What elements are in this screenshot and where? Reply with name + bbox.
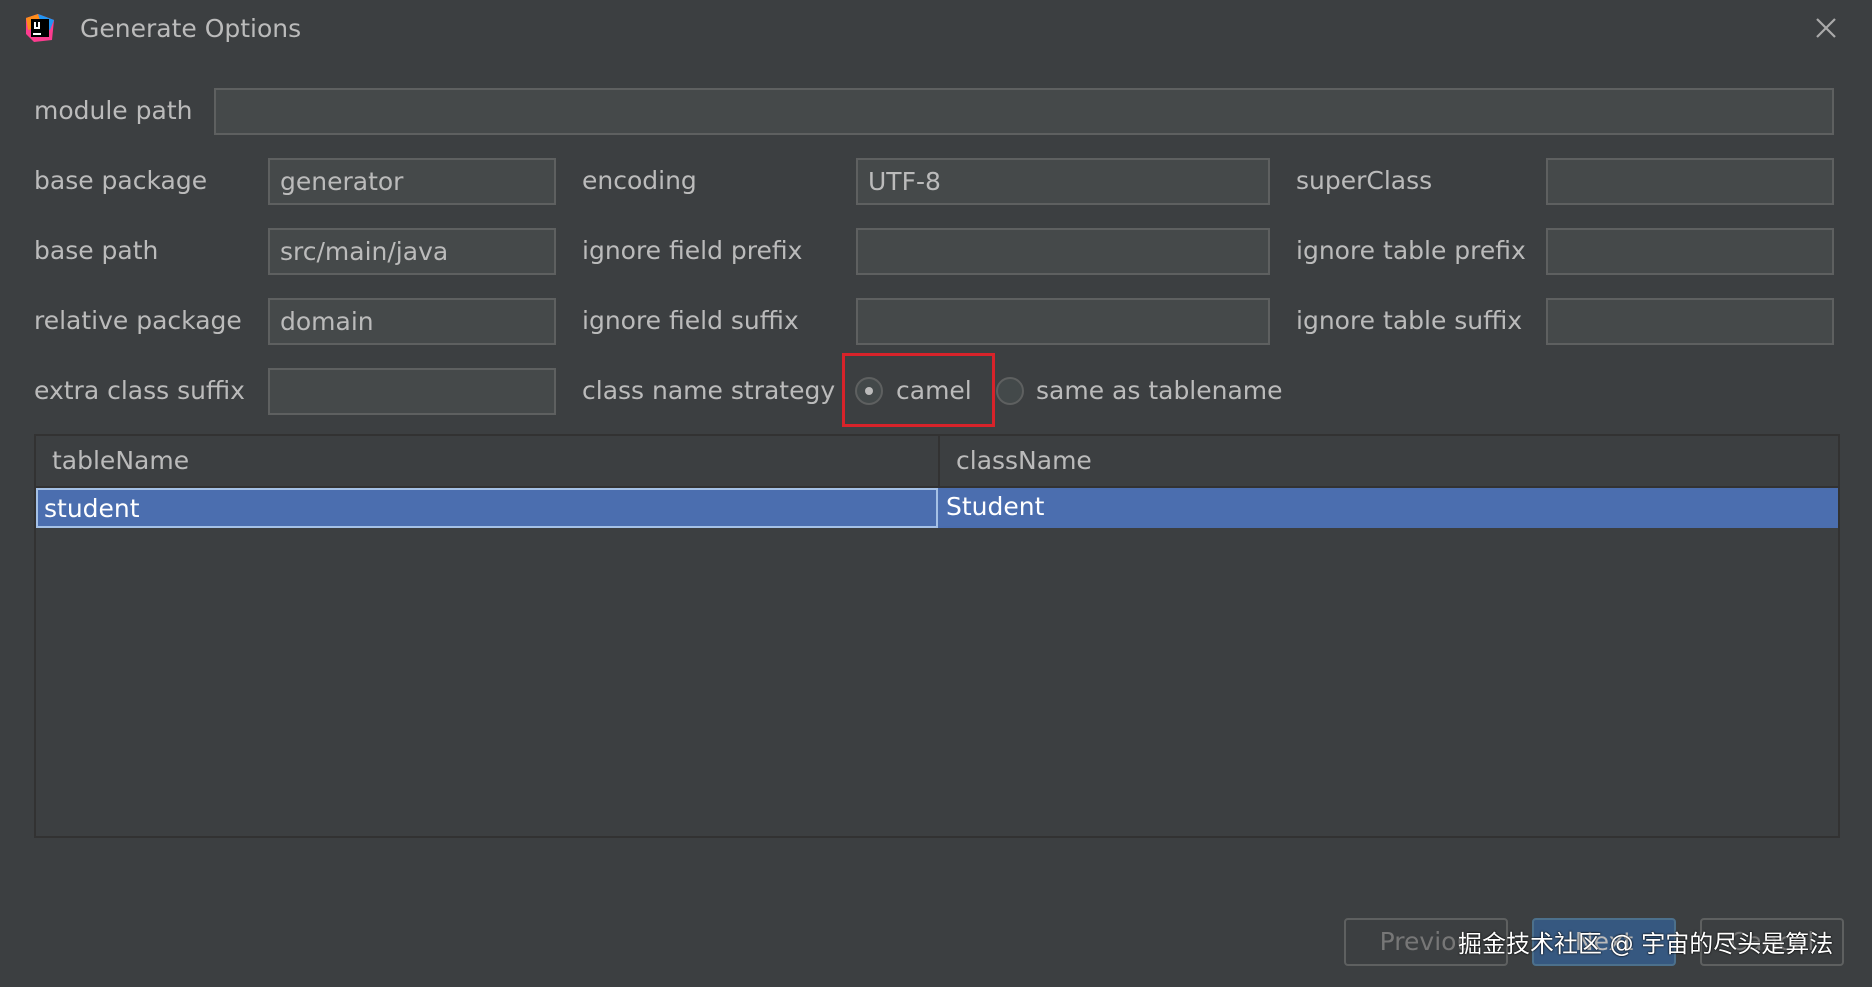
ignore-table-prefix-label: ignore table prefix <box>1296 236 1526 265</box>
ignore-table-suffix-input[interactable] <box>1546 298 1834 345</box>
base-package-label: base package <box>34 166 208 195</box>
ignore-table-suffix-label: ignore table suffix <box>1296 306 1523 335</box>
same-as-tablename-radio[interactable] <box>996 377 1024 405</box>
intellij-app-icon <box>26 14 54 42</box>
watermark-text: 掘金技术社区 @ 宇宙的尽头是算法 <box>1458 930 1834 958</box>
table-mapping-table[interactable]: tableName className student Student <box>34 434 1840 838</box>
base-path-label: base path <box>34 236 159 265</box>
relative-package-input[interactable]: domain <box>268 298 556 345</box>
encoding-input[interactable]: UTF-8 <box>856 158 1270 205</box>
dialog-title: Generate Options <box>80 14 302 43</box>
cell-tablename[interactable]: student <box>36 488 938 528</box>
extra-class-suffix-label: extra class suffix <box>34 376 245 405</box>
ignore-field-prefix-input[interactable] <box>856 228 1270 275</box>
class-name-strategy-label: class name strategy <box>582 376 836 405</box>
camel-radio[interactable] <box>855 377 883 405</box>
close-icon[interactable] <box>1812 14 1840 42</box>
camel-radio-label[interactable]: camel <box>896 374 972 408</box>
column-header-tablename[interactable]: tableName <box>36 436 940 486</box>
superclass-label: superClass <box>1296 166 1433 195</box>
table-row[interactable]: student Student <box>36 488 1838 528</box>
cell-classname[interactable]: Student <box>940 488 1838 528</box>
encoding-label: encoding <box>582 166 697 195</box>
superclass-input[interactable] <box>1546 158 1834 205</box>
column-header-classname[interactable]: className <box>940 436 1838 486</box>
extra-class-suffix-input[interactable] <box>268 368 556 415</box>
ignore-field-suffix-label: ignore field suffix <box>582 306 799 335</box>
ignore-field-suffix-input[interactable] <box>856 298 1270 345</box>
ignore-field-prefix-label: ignore field prefix <box>582 236 803 265</box>
module-path-label: module path <box>34 96 193 125</box>
module-path-input[interactable] <box>214 88 1834 135</box>
same-as-tablename-radio-label[interactable]: same as tablename <box>1036 374 1283 408</box>
table-header: tableName className <box>36 436 1838 488</box>
ignore-table-prefix-input[interactable] <box>1546 228 1834 275</box>
base-package-input[interactable]: generator <box>268 158 556 205</box>
generate-options-dialog: Generate Options module path base packag… <box>0 0 1872 987</box>
relative-package-label: relative package <box>34 306 242 335</box>
base-path-input[interactable]: src/main/java <box>268 228 556 275</box>
title-bar: Generate Options <box>0 0 1872 58</box>
